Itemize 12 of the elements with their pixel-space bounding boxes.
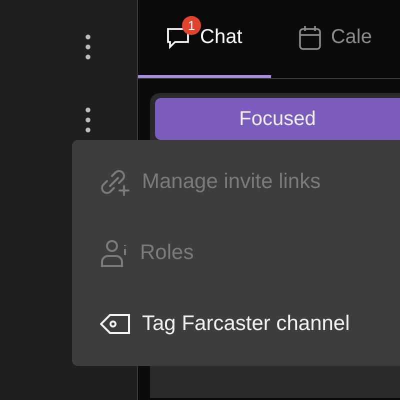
focused-tab[interactable]: Focused bbox=[155, 98, 400, 140]
tag-icon bbox=[100, 313, 130, 336]
notification-badge: 1 bbox=[182, 16, 201, 34]
more-icon[interactable] bbox=[85, 107, 91, 133]
tab[interactable]: Cale bbox=[270, 0, 400, 78]
chat-icon bbox=[166, 26, 190, 50]
tab[interactable]: 1 Chat bbox=[138, 0, 271, 78]
calendar-icon bbox=[298, 26, 321, 50]
more-icon[interactable] bbox=[85, 34, 91, 60]
link-plus-icon bbox=[100, 168, 130, 196]
person-info-icon bbox=[100, 238, 128, 267]
menu-item[interactable]: Tag Farcaster channel bbox=[72, 294, 400, 354]
